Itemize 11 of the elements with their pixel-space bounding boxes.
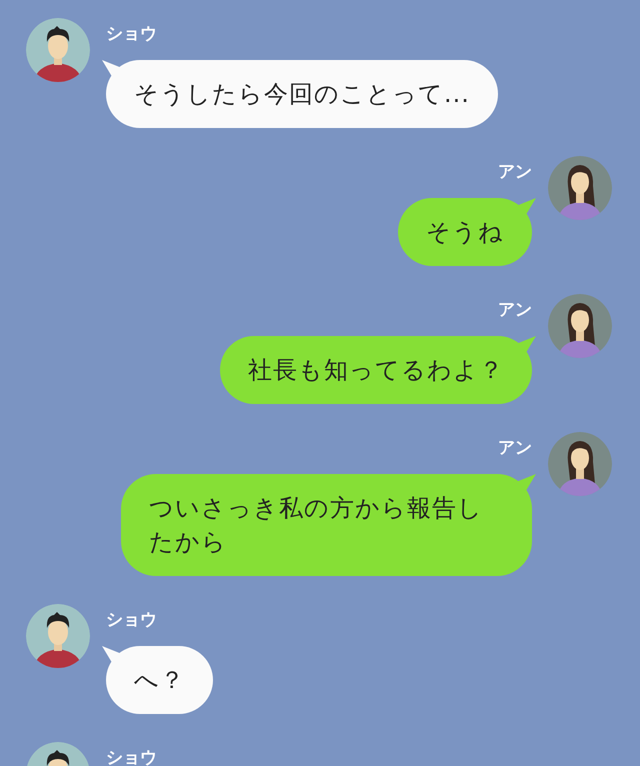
- sender-name: アン: [498, 161, 532, 184]
- man-avatar: [26, 18, 90, 82]
- woman-avatar: [548, 432, 612, 496]
- sender-name: ショウ: [106, 23, 157, 46]
- sender-name: ショウ: [106, 609, 157, 632]
- sender-name: ショウ: [106, 747, 157, 766]
- man-avatar: [26, 604, 90, 668]
- sender-name: アン: [498, 437, 532, 460]
- woman-avatar: [548, 156, 612, 220]
- woman-avatar: [548, 294, 612, 358]
- sender-name: アン: [498, 299, 532, 322]
